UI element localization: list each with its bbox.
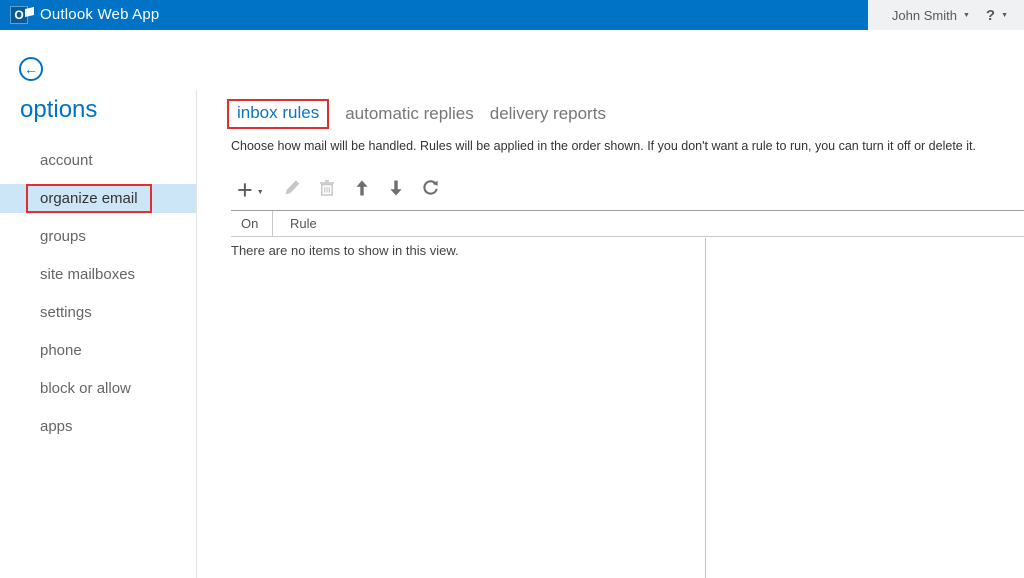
pencil-icon <box>284 179 301 201</box>
inbox-rules-description: Choose how mail will be handled. Rules w… <box>231 139 976 153</box>
sidebar-divider <box>196 90 197 578</box>
arrow-up-icon <box>355 180 369 201</box>
back-button[interactable]: ← <box>19 57 43 81</box>
logo-letter: O <box>14 8 24 22</box>
help-button[interactable]: ? <box>986 7 995 24</box>
chevron-down-icon: ▼ <box>256 188 264 196</box>
sidebar-item-block-or-allow[interactable]: block or allow <box>0 374 196 403</box>
outlook-logo-icon: O <box>10 5 34 25</box>
tab-automatic-replies[interactable]: automatic replies <box>345 104 474 124</box>
sidebar-item-apps[interactable]: apps <box>0 412 196 441</box>
empty-list-message: There are no items to show in this view. <box>231 243 459 258</box>
options-sidebar: account organize email groups site mailb… <box>0 146 196 450</box>
user-area: John Smith ▼ ? ▼ <box>868 0 1024 30</box>
options-tabs: inbox rules automatic replies delivery r… <box>227 99 606 129</box>
page-title: options <box>20 96 98 123</box>
move-up-button[interactable] <box>355 180 369 201</box>
sidebar-item-organize-email[interactable]: organize email <box>0 184 196 213</box>
rules-table-header: On Rule <box>231 210 1024 237</box>
refresh-button[interactable] <box>422 179 439 201</box>
rules-toolbar: + ▼ <box>237 176 439 204</box>
pane-divider <box>705 238 706 578</box>
refresh-icon <box>422 179 439 201</box>
trash-icon <box>319 179 334 201</box>
plus-icon: + <box>237 175 253 205</box>
back-arrow-icon: ← <box>24 61 38 77</box>
sidebar-item-account[interactable]: account <box>0 146 196 175</box>
owa-options-page: O Outlook Web App John Smith ▼ ? ▼ ← opt… <box>0 0 1024 578</box>
tab-inbox-rules[interactable]: inbox rules <box>227 99 330 129</box>
delete-rule-button[interactable] <box>319 179 334 201</box>
topbar: O Outlook Web App John Smith ▼ ? ▼ <box>0 0 1024 30</box>
sidebar-item-label: organize email <box>40 190 138 207</box>
column-header-on[interactable]: On <box>231 211 273 236</box>
sidebar-item-groups[interactable]: groups <box>0 222 196 251</box>
chevron-down-icon[interactable]: ▼ <box>963 12 970 19</box>
app-title: Outlook Web App <box>40 6 160 23</box>
sidebar-item-site-mailboxes[interactable]: site mailboxes <box>0 260 196 289</box>
sidebar-item-settings[interactable]: settings <box>0 298 196 327</box>
arrow-down-icon <box>389 180 403 201</box>
user-menu-button[interactable]: John Smith <box>892 8 957 23</box>
chevron-down-icon[interactable]: ▼ <box>1001 12 1008 19</box>
move-down-button[interactable] <box>389 180 403 201</box>
new-rule-button[interactable]: + ▼ <box>237 175 264 205</box>
annotation-box: organize email <box>26 184 152 213</box>
column-header-rule[interactable]: Rule <box>273 211 1024 236</box>
sidebar-item-phone[interactable]: phone <box>0 336 196 365</box>
tab-delivery-reports[interactable]: delivery reports <box>490 104 606 124</box>
edit-rule-button[interactable] <box>284 179 301 201</box>
